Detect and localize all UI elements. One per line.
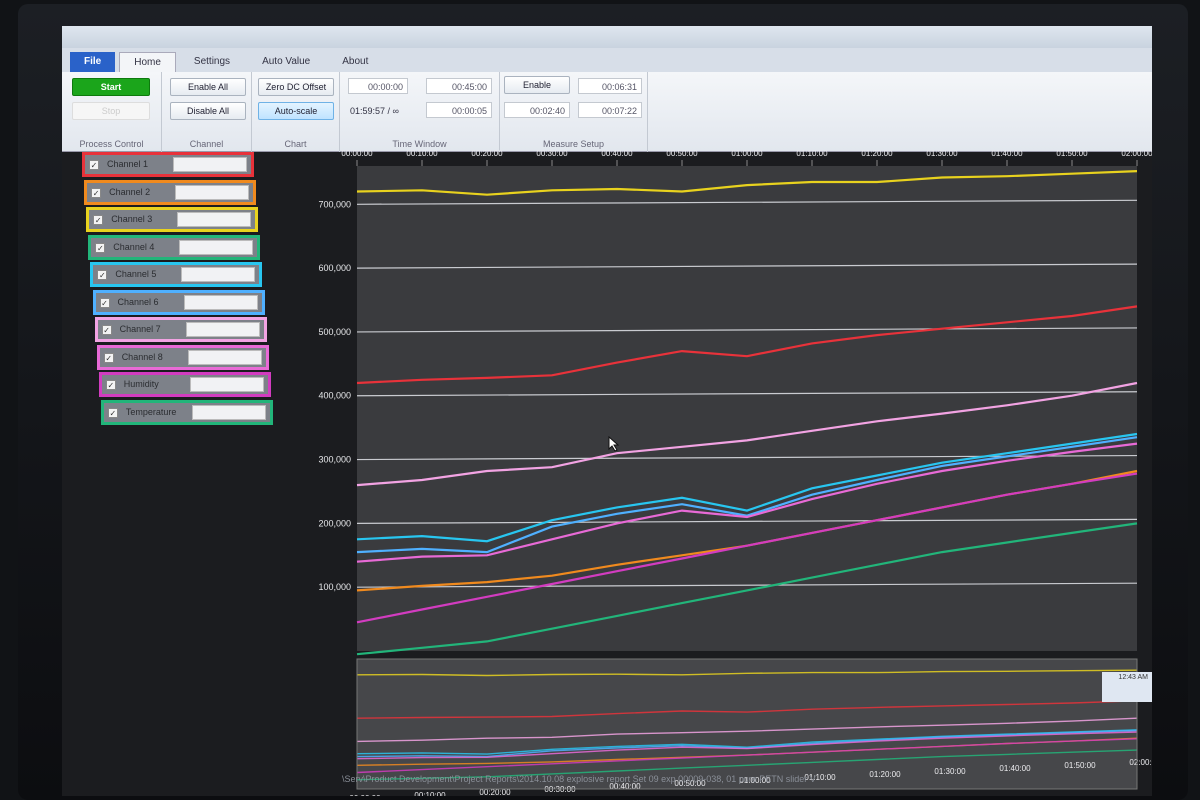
channel-checkbox[interactable]: ✓ <box>101 325 112 335</box>
channel-value-field <box>187 349 262 365</box>
x-tick-label: 01:30:00 <box>926 149 958 158</box>
channel-checkbox[interactable]: ✓ <box>89 160 99 170</box>
channel-value-field <box>183 294 258 310</box>
time-window-start-field[interactable]: 00:00:00 <box>348 78 408 94</box>
chart: 100,000 200,000 300,000 400,000 500,000 600,0… <box>318 149 1152 796</box>
ribbon-tabs: File Home Settings Auto Value About <box>62 48 1152 72</box>
channel-row[interactable]: ✓ Humidity <box>98 372 271 397</box>
mouse-cursor-icon <box>608 436 620 452</box>
x-tick-label: 00:10:00 <box>406 149 438 158</box>
channel-name: Channel 6 <box>117 296 159 307</box>
x-tick-label: 00:20:00 <box>471 149 503 158</box>
channel-row[interactable]: ✓ Channel 2 <box>84 179 257 205</box>
channel-name: Humidity <box>123 379 159 389</box>
stop-button[interactable]: Stop <box>72 102 150 120</box>
plot-area <box>357 166 1137 651</box>
x-tick-label: 01:40:00 <box>991 149 1023 158</box>
title-bar <box>62 26 1152 48</box>
tab-auto-value[interactable]: Auto Value <box>248 52 324 72</box>
start-button[interactable]: Start <box>72 78 150 96</box>
status-path: \Serv\Product Development\Project Report… <box>342 774 816 784</box>
zero-dc-offset-button[interactable]: Zero DC Offset <box>258 78 334 96</box>
x-tick-label: 00:40:00 <box>601 149 633 158</box>
y-tick-label: 300,000 <box>318 455 351 465</box>
channel-value-field <box>191 404 266 420</box>
y-tick-label: 700,000 <box>318 199 351 209</box>
channel-name: Channel 7 <box>119 324 161 334</box>
channel-name: Channel 1 <box>107 159 149 169</box>
channel-checkbox[interactable]: ✓ <box>97 270 108 280</box>
channel-row[interactable]: ✓ Channel 7 <box>94 317 267 342</box>
channel-name: Channel 8 <box>121 351 163 362</box>
tray-clock: 12:43 AM <box>1118 674 1148 681</box>
x-tick-label: 00:00:00 <box>341 149 373 158</box>
enable-all-button[interactable]: Enable All <box>170 78 246 96</box>
y-tick-label: 600,000 <box>318 263 351 273</box>
channel-value-field <box>185 322 260 337</box>
overview-x-tick-label: 02:00:00 <box>1129 758 1152 767</box>
channel-checkbox[interactable]: ✓ <box>91 187 102 198</box>
y-tick-label: 400,000 <box>318 391 351 401</box>
channel-name: Channel 2 <box>109 186 151 197</box>
channel-checkbox[interactable]: ✓ <box>99 297 110 308</box>
channel-row[interactable]: ✓ Temperature <box>100 399 273 425</box>
x-tick-label: 02:00:00 <box>1121 149 1152 158</box>
channel-value-field <box>181 267 256 282</box>
process-control-label: Process Control <box>79 139 144 149</box>
channel-value-field <box>189 377 264 392</box>
tab-file[interactable]: File <box>70 52 116 72</box>
channel-value-field <box>177 212 252 227</box>
x-tick-label: 01:00:00 <box>731 149 763 158</box>
x-tick-label: 00:50:00 <box>666 149 698 158</box>
y-tick-label: 500,000 <box>318 327 351 337</box>
channel-group-label: Channel <box>189 139 224 149</box>
y-tick-label: 100,000 <box>318 582 351 592</box>
channel-checkbox[interactable]: ✓ <box>103 352 114 363</box>
channel-value-field <box>175 184 250 200</box>
channel-checkbox[interactable]: ✓ <box>105 380 116 390</box>
x-tick-label: 01:20:00 <box>861 149 893 158</box>
channel-row[interactable]: ✓ Channel 6 <box>92 289 265 315</box>
x-tick-label: 00:30:00 <box>536 149 568 158</box>
channel-row[interactable]: ✓ Channel 3 <box>86 207 259 232</box>
overview-x-tick-label: 01:50:00 <box>1064 761 1096 770</box>
channel-name: Channel 3 <box>111 214 153 224</box>
tab-home[interactable]: Home <box>119 52 176 72</box>
channel-name: Temperature <box>125 406 177 417</box>
channel-group: Enable All Disable All Channel <box>162 72 252 152</box>
channel-row[interactable]: ✓ Channel 5 <box>90 262 263 287</box>
overview-x-tick-label: 00:00:00 <box>349 794 381 796</box>
channel-checkbox[interactable]: ✓ <box>93 215 104 225</box>
y-tick-label: 200,000 <box>318 518 351 528</box>
overview-x-tick-label: 01:20:00 <box>869 770 901 779</box>
x-tick-label: 01:10:00 <box>796 149 828 158</box>
monitor: File Home Settings Auto Value About Star… <box>0 0 1200 800</box>
x-tick-label: 01:50:00 <box>1056 149 1088 158</box>
process-control-group: Start Stop Process Control <box>62 72 162 152</box>
tab-about[interactable]: About <box>328 52 382 72</box>
channel-list: ✓ Channel 1 ✓ Channel 2 ✓ Channel 3 ✓ Channel 4… <box>82 152 282 462</box>
channel-name: Channel 4 <box>113 241 155 252</box>
channel-checkbox[interactable]: ✓ <box>107 407 118 418</box>
system-tray: 12:43 AM <box>1102 672 1152 702</box>
channel-row[interactable]: ✓ Channel 1 <box>82 152 254 177</box>
channel-value-field <box>179 239 254 255</box>
channel-name: Channel 5 <box>115 269 157 279</box>
channel-row[interactable]: ✓ Channel 8 <box>96 344 269 370</box>
overview-x-tick-label: 01:40:00 <box>999 764 1031 773</box>
tab-settings[interactable]: Settings <box>180 52 244 72</box>
enable-button[interactable]: Enable <box>504 76 570 94</box>
channel-row[interactable]: ✓ Channel 4 <box>88 234 261 260</box>
channel-checkbox[interactable]: ✓ <box>95 242 106 253</box>
measure-t1-field[interactable]: 00:06:31 <box>578 78 642 94</box>
overview-x-tick-label: 00:10:00 <box>414 791 446 796</box>
channel-value-field <box>173 157 247 172</box>
time-window-end-field[interactable]: 00:45:00 <box>426 78 492 94</box>
overview-x-tick-label: 01:30:00 <box>934 767 966 776</box>
disable-all-button[interactable]: Disable All <box>170 102 246 120</box>
app-window: File Home Settings Auto Value About Star… <box>62 26 1152 796</box>
